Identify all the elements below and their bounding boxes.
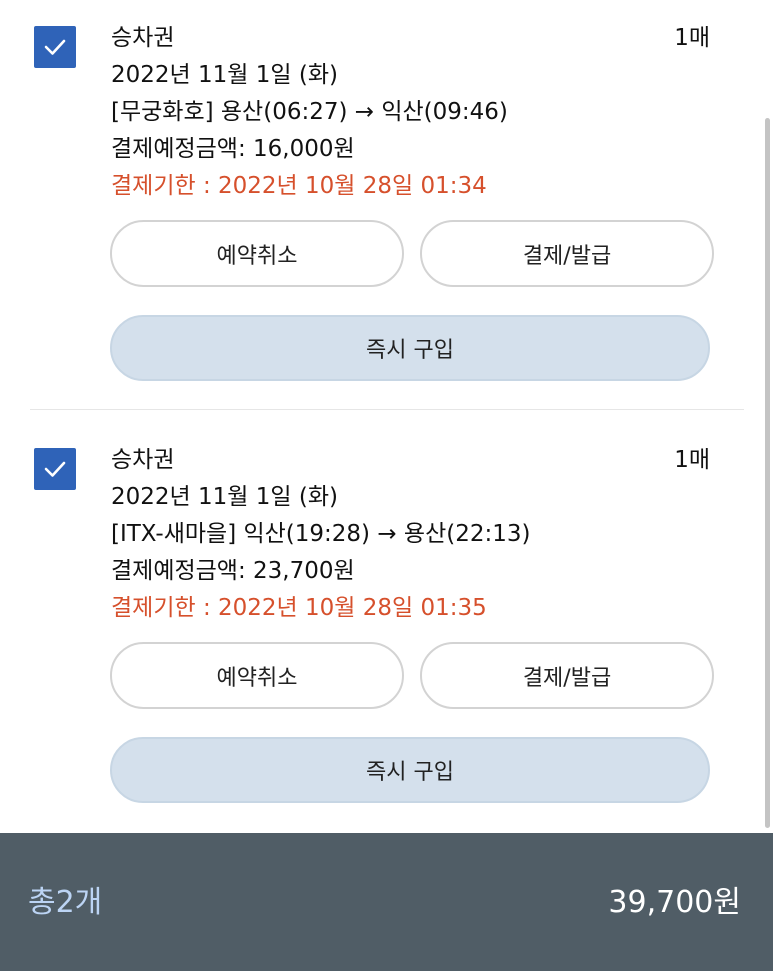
cancel-reservation-button[interactable]: 예약취소 (110, 220, 404, 287)
pay-issue-button[interactable]: 결제/발급 (420, 220, 714, 287)
item-divider (30, 409, 744, 410)
scrollbar[interactable] (765, 118, 770, 828)
summary-footer: 총2개 39,700원 (0, 833, 773, 971)
expected-amount: 결제예정금액: 16,000원 (111, 136, 355, 162)
travel-date: 2022년 11월 1일 (화) (111, 484, 338, 510)
payment-deadline: 결제기한 : 2022년 10월 28일 01:35 (111, 595, 487, 621)
check-icon (44, 461, 66, 477)
train-route: [ITX-새마을] 익산(19:28) → 용산(22:13) (111, 521, 531, 547)
payment-deadline: 결제기한 : 2022년 10월 28일 01:34 (111, 173, 487, 199)
travel-date: 2022년 11월 1일 (화) (111, 62, 338, 88)
cancel-reservation-button[interactable]: 예약취소 (110, 642, 404, 709)
buy-now-button[interactable]: 즉시 구입 (110, 737, 710, 803)
ticket-title: 승차권 (111, 447, 175, 473)
ticket-quantity: 1매 (674, 25, 710, 51)
ticket-quantity: 1매 (674, 447, 710, 473)
pay-issue-button[interactable]: 결제/발급 (420, 642, 714, 709)
total-amount: 39,700원 (608, 885, 741, 920)
ticket-checkbox[interactable] (34, 26, 76, 68)
train-route: [무궁화호] 용산(06:27) → 익산(09:46) (111, 99, 508, 125)
ticket-details: 승차권 2022년 11월 1일 (화) [ITX-새마을] 익산(19:28)… (111, 442, 711, 627)
ticket-checkbox[interactable] (34, 448, 76, 490)
reservation-list-screen: 승차권 2022년 11월 1일 (화) [무궁화호] 용산(06:27) → … (0, 0, 773, 971)
ticket-list[interactable]: 승차권 2022년 11월 1일 (화) [무궁화호] 용산(06:27) → … (0, 0, 773, 833)
selected-count: 총2개 (28, 885, 103, 920)
check-icon (44, 39, 66, 55)
buy-now-button[interactable]: 즉시 구입 (110, 315, 710, 381)
expected-amount: 결제예정금액: 23,700원 (111, 558, 355, 584)
ticket-title: 승차권 (111, 25, 175, 51)
ticket-details: 승차권 2022년 11월 1일 (화) [무궁화호] 용산(06:27) → … (111, 20, 711, 205)
